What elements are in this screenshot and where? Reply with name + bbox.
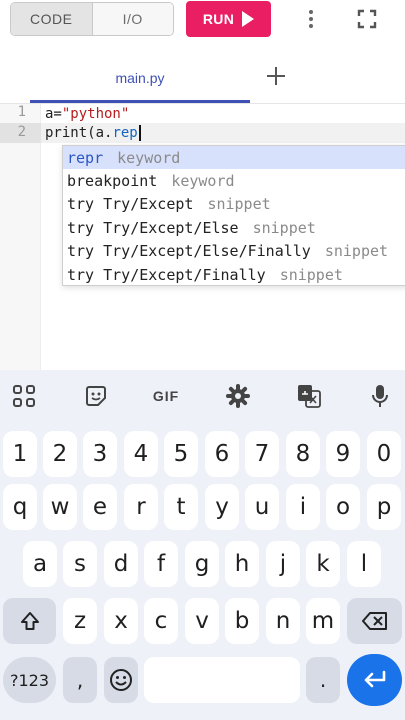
key-c[interactable]: c [144,598,178,644]
key-2[interactable]: 2 [43,431,77,477]
autocomplete-item[interactable]: repr keyword [63,146,405,170]
key-v[interactable]: v [185,598,219,644]
attribute-token: rep [112,125,138,141]
keyboard-toolbar: GIF [0,370,405,422]
autocomplete-item[interactable]: breakpoint keyword [63,169,405,192]
backspace-icon [361,612,387,630]
io-tab-button[interactable]: I/O [91,3,173,35]
autocomplete-item[interactable]: try Try/Except snippet [63,193,405,216]
key-4[interactable]: 4 [124,431,158,477]
key-e[interactable]: e [83,484,117,530]
shift-icon [20,612,39,630]
code-token: print(a. [45,125,113,141]
apps-grid-icon[interactable] [10,382,38,410]
more-options-icon[interactable] [296,2,326,36]
add-file-icon[interactable] [262,62,290,90]
gif-icon[interactable]: GIF [150,382,182,410]
shift-key[interactable] [3,598,56,644]
key-s[interactable]: s [63,541,97,587]
key-j[interactable]: j [266,541,300,587]
key-w[interactable]: w [43,484,77,530]
key-y[interactable]: y [205,484,239,530]
key-5[interactable]: 5 [164,431,198,477]
key-t[interactable]: t [164,484,198,530]
microphone-icon[interactable] [366,382,394,410]
key-7[interactable]: 7 [245,431,279,477]
emoji-key[interactable] [104,657,138,703]
key-u[interactable]: u [245,484,279,530]
key-o[interactable]: o [326,484,360,530]
key-k[interactable]: k [306,541,340,587]
key-i[interactable]: i [286,484,320,530]
file-tabs: main.py [0,52,405,104]
key-x[interactable]: x [104,598,138,644]
key-a[interactable]: a [23,541,57,587]
key-z[interactable]: z [63,598,97,644]
string-token: "python" [61,106,130,122]
code-tab-button[interactable]: CODE [11,3,92,35]
backspace-key[interactable] [347,598,402,644]
key-n[interactable]: n [266,598,300,644]
run-button[interactable]: RUN [186,1,271,37]
play-icon [242,11,255,27]
top-bar: CODE I/O RUN [0,0,405,44]
code-line-1[interactable]: a="python" [45,104,129,124]
autocomplete-item[interactable]: try Try/Except/Finally snippet [63,263,405,285]
comma-key[interactable]: , [63,657,97,703]
run-button-label: RUN [202,11,235,27]
sticker-icon[interactable] [82,382,110,410]
settings-gear-icon[interactable] [224,382,252,410]
line-gutter [0,104,41,370]
key-l[interactable]: l [347,541,381,587]
line-number: 2 [17,124,26,140]
autocomplete-item[interactable]: try Try/Except/Else snippet [63,216,405,239]
key-d[interactable]: d [104,541,138,587]
key-6[interactable]: 6 [205,431,239,477]
key-m[interactable]: m [306,598,340,644]
key-9[interactable]: 9 [326,431,360,477]
period-key[interactable]: . [306,657,340,703]
key-b[interactable]: b [225,598,259,644]
enter-key[interactable] [347,654,402,706]
key-0[interactable]: 0 [367,431,401,477]
fullscreen-icon[interactable] [352,4,382,34]
key-q[interactable]: q [3,484,37,530]
autocomplete-popup: repr keyword breakpoint keyword try Try/Ex… [62,145,405,286]
code-line-2[interactable]: print(a.rep [45,123,141,143]
key-1[interactable]: 1 [3,431,37,477]
autocomplete-item[interactable]: try Try/Except/Else/Finally snippet [63,240,405,263]
key-g[interactable]: g [185,541,219,587]
tab-main-py[interactable]: main.py [30,52,250,103]
key-r[interactable]: r [124,484,158,530]
code-token: a= [45,106,62,122]
key-3[interactable]: 3 [83,431,117,477]
active-tab-indicator [30,100,250,103]
text-cursor [138,125,141,141]
key-p[interactable]: p [367,484,401,530]
view-toggle: CODE I/O [10,2,174,36]
symbols-key[interactable]: ?123 [3,657,56,703]
enter-arrow-icon [364,670,385,688]
space-key[interactable] [144,657,300,703]
translate-icon[interactable] [295,382,323,410]
line-number: 1 [17,104,26,120]
key-h[interactable]: h [225,541,259,587]
key-f[interactable]: f [144,541,178,587]
on-screen-keyboard: GIF 1 2 3 4 5 6 7 8 9 0 q w e r t y u i … [0,370,405,720]
emoji-icon [110,669,132,691]
key-8[interactable]: 8 [286,431,320,477]
